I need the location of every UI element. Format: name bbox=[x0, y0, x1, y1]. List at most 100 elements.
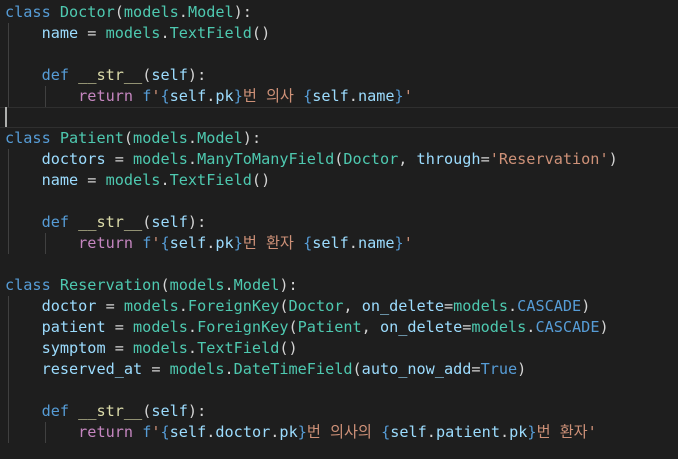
code-token: { bbox=[381, 423, 391, 441]
code-token: ( bbox=[142, 66, 152, 84]
code-line[interactable]: def __str__(self): bbox=[5, 212, 207, 233]
code-token: Doctor bbox=[343, 150, 399, 168]
code-line[interactable]: return f'{self.doctor.pk}번 의사의 {self.pat… bbox=[5, 422, 597, 443]
code-token: ): bbox=[242, 129, 262, 147]
code-line[interactable]: class Reservation(models.Model): bbox=[5, 275, 298, 296]
code-line[interactable]: doctor = models.ForeignKey(Doctor, on_de… bbox=[5, 296, 591, 317]
code-token: ( bbox=[114, 3, 124, 21]
code-token: f bbox=[142, 423, 152, 441]
code-token: } bbox=[297, 423, 307, 441]
code-token: self bbox=[169, 423, 207, 441]
code-token: doctors bbox=[41, 150, 106, 168]
code-token: __str__ bbox=[78, 402, 143, 420]
code-token: = bbox=[78, 171, 106, 189]
code-token: return bbox=[78, 423, 134, 441]
code-token: name bbox=[357, 87, 395, 105]
code-line[interactable]: return f'{self.pk}번 의사 {self.name}' bbox=[5, 86, 413, 107]
code-token: . bbox=[224, 360, 234, 378]
code-token: } bbox=[394, 234, 404, 252]
code-line[interactable]: symptom = models.TextField() bbox=[5, 338, 298, 359]
code-token: f bbox=[142, 87, 152, 105]
code-token: . bbox=[187, 318, 198, 336]
code-token: self bbox=[390, 423, 427, 441]
code-token: Model bbox=[233, 276, 280, 294]
code-token: symptom bbox=[41, 339, 106, 357]
code-token: __str__ bbox=[78, 66, 143, 84]
code-token: ) bbox=[581, 297, 591, 315]
current-line-highlight bbox=[0, 107, 678, 128]
code-token: pk bbox=[215, 234, 234, 252]
code-token: = bbox=[105, 318, 134, 336]
code-token: ( bbox=[142, 213, 152, 231]
code-token: () bbox=[279, 339, 298, 357]
code-line[interactable]: def __str__(self): bbox=[5, 65, 207, 86]
code-token: class bbox=[5, 276, 51, 294]
code-token: = bbox=[471, 360, 481, 378]
code-token: ( bbox=[123, 129, 134, 147]
code-token: TextField bbox=[197, 339, 280, 357]
code-line[interactable]: name = models.TextField() bbox=[5, 170, 271, 191]
code-token: models bbox=[169, 360, 225, 378]
code-token: patient bbox=[41, 318, 106, 336]
code-token: models bbox=[169, 276, 225, 294]
code-token: { bbox=[160, 423, 170, 441]
code-token: pk bbox=[509, 423, 528, 441]
code-token: , bbox=[361, 318, 380, 336]
code-token: ( bbox=[279, 297, 289, 315]
code-token: = bbox=[105, 150, 134, 168]
code-token: name bbox=[41, 171, 79, 189]
code-token: = bbox=[78, 24, 106, 42]
code-token: . bbox=[224, 276, 234, 294]
code-token: = bbox=[443, 297, 454, 315]
code-token: name bbox=[357, 234, 395, 252]
code-line[interactable]: patient = models.ForeignKey(Patient, on_… bbox=[5, 317, 609, 338]
code-token: . bbox=[160, 171, 170, 189]
code-token: def bbox=[41, 213, 70, 231]
code-line[interactable]: reserved_at = models.DateTimeField(auto_… bbox=[5, 359, 527, 380]
code-token: Patient bbox=[297, 318, 362, 336]
code-line[interactable]: return f'{self.pk}번 환자 {self.name}' bbox=[5, 233, 413, 254]
code-token: models bbox=[133, 339, 188, 357]
code-token: self bbox=[312, 87, 349, 105]
code-token: . bbox=[348, 234, 358, 252]
code-token: ' bbox=[403, 234, 413, 252]
code-token: . bbox=[160, 24, 170, 42]
code-token: reserved_at bbox=[41, 360, 143, 378]
code-token: } bbox=[394, 87, 404, 105]
code-editor[interactable]: class Doctor(models.Model): name = model… bbox=[0, 0, 678, 459]
code-line[interactable]: name = models.TextField() bbox=[5, 23, 271, 44]
code-line[interactable]: class Patient(models.Model): bbox=[5, 128, 261, 149]
code-token: . bbox=[187, 150, 198, 168]
code-token: . bbox=[187, 339, 198, 357]
code-token: } bbox=[527, 423, 537, 441]
code-line[interactable]: def __str__(self): bbox=[5, 401, 207, 422]
code-token: ) bbox=[608, 150, 618, 168]
code-token: Doctor bbox=[59, 3, 115, 21]
code-token: pk bbox=[215, 87, 234, 105]
code-line[interactable]: class Doctor(models.Model): bbox=[5, 2, 252, 23]
code-token: models bbox=[123, 3, 179, 21]
code-token: return bbox=[78, 234, 134, 252]
code-token: CASCADE bbox=[517, 297, 582, 315]
code-token: } bbox=[233, 87, 243, 105]
code-token: ( bbox=[142, 402, 152, 420]
code-token: { bbox=[303, 234, 313, 252]
code-token: ( bbox=[160, 276, 170, 294]
code-token: Model bbox=[197, 129, 243, 147]
code-token: . bbox=[178, 3, 188, 21]
code-line[interactable]: doctors = models.ManyToManyField(Doctor,… bbox=[5, 149, 618, 170]
